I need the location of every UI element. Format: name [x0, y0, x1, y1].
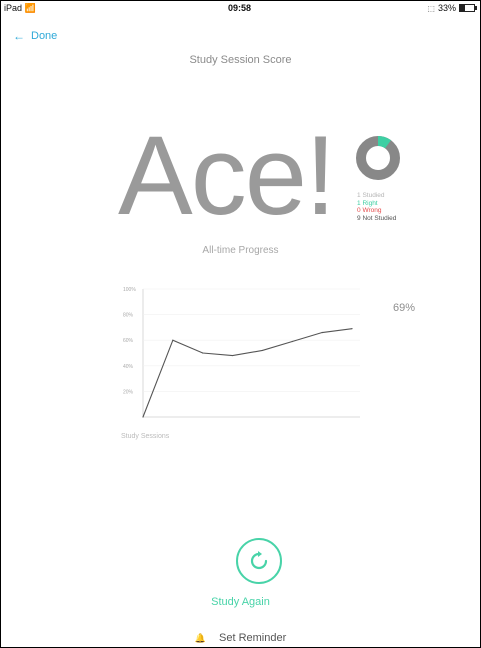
bell-icon: 🔔 [194, 633, 206, 643]
score-donut-chart [356, 136, 400, 180]
status-bar: iPad 📶 09:58 ⬚ 33% [4, 3, 477, 15]
progress-point [261, 349, 264, 352]
legend-not-studied: 9 Not Studied [357, 214, 397, 222]
progress-point [321, 331, 323, 334]
progress-line-chart: 100% 80% 60% 40% 20% [123, 287, 360, 418]
score-text: Ace! [118, 113, 336, 238]
progress-point [291, 340, 293, 343]
progress-point [351, 328, 353, 330]
set-reminder-label: Set Reminder [219, 632, 287, 644]
y-tick-label: 80% [123, 313, 134, 319]
refresh-icon [250, 551, 268, 570]
progress-point [142, 416, 144, 418]
donut-rest-ring [356, 136, 400, 180]
battery-percent: 33% [437, 3, 456, 13]
progress-point [172, 339, 174, 341]
y-tick-label: 60% [123, 338, 134, 344]
bluetooth-icon: ⬚ [427, 3, 435, 13]
progress-series-line [142, 328, 353, 418]
score-legend: 1 Studied 1 Right 0 Wrong 9 Not Studied [357, 192, 396, 222]
study-again-button[interactable] [236, 538, 282, 584]
progress-title: All-time Progress [202, 245, 279, 256]
current-percent: 69% [393, 302, 416, 314]
y-tick-label: 100% [123, 287, 136, 293]
set-reminder-button[interactable]: 🔔 Set Reminder [0, 632, 481, 644]
page-title: Study Session Score [189, 54, 292, 66]
x-axis-label: Study Sessions [121, 433, 170, 440]
legend-right: 1 Right [357, 199, 378, 207]
y-tick-label: 20% [123, 389, 134, 395]
done-button[interactable]: ← Done [13, 29, 57, 43]
progress-point [231, 354, 234, 357]
y-tick-label: 40% [123, 364, 134, 370]
done-label: Done [31, 30, 58, 42]
legend-wrong: 0 Wrong [357, 207, 382, 214]
status-right: ⬚ 33% [427, 3, 477, 13]
progress-point [202, 352, 204, 354]
battery-icon [459, 4, 477, 12]
arrow-left-icon: ← [13, 29, 25, 43]
study-again-label[interactable]: Study Again [0, 596, 481, 608]
legend-studied: 1 Studied [357, 192, 385, 199]
status-time: 09:58 [227, 3, 252, 13]
